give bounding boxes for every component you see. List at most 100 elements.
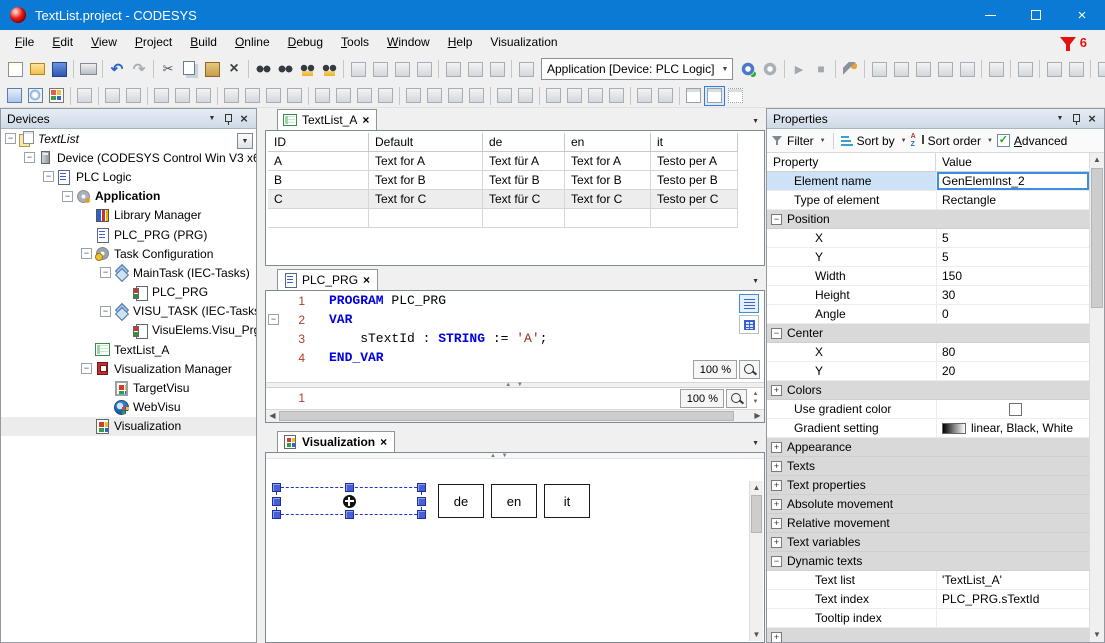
table-cell[interactable]: C — [268, 190, 369, 209]
panel-close-icon[interactable]: × — [236, 112, 252, 126]
open-project-icon[interactable] — [26, 58, 48, 80]
resize-handle-s[interactable] — [345, 510, 354, 519]
code-line[interactable]: 4END_VAR — [266, 348, 764, 367]
align-center-v-icon[interactable] — [172, 86, 193, 106]
pin-icon[interactable] — [1068, 112, 1084, 126]
force-values-icon[interactable] — [1094, 58, 1105, 80]
resize-handle-n[interactable] — [345, 483, 354, 492]
tree-item-library-manager[interactable]: Library Manager — [1, 206, 256, 225]
step-out-icon[interactable] — [912, 58, 934, 80]
table-cell[interactable]: Text for B — [369, 171, 483, 190]
expander-icon[interactable]: − — [81, 248, 92, 259]
expander-icon[interactable]: − — [100, 267, 111, 278]
horizontal-scrollbar[interactable]: ◀ ▶ — [266, 409, 764, 422]
bookmark-previous-icon[interactable] — [369, 58, 391, 80]
tab-plc-prg[interactable]: PLC_PRG × — [277, 269, 378, 290]
property-row-angle[interactable]: Angle0 — [767, 305, 1089, 324]
table-cell[interactable] — [483, 209, 565, 228]
bookmark-next-icon[interactable] — [391, 58, 413, 80]
export-icon[interactable] — [486, 58, 508, 80]
resize-handle-sw[interactable] — [272, 510, 281, 519]
scrollbar-thumb[interactable] — [279, 411, 734, 421]
tree-item-plc-prg-prg-[interactable]: PLC_PRG (PRG) — [1, 225, 256, 244]
visualization-canvas[interactable]: ▲ ▼ deenit — [267, 481, 763, 641]
property-value-cell[interactable]: 5 — [936, 229, 1089, 247]
column-header-default[interactable]: Default — [369, 133, 483, 152]
scrollbar-thumb[interactable] — [751, 495, 762, 533]
property-value-cell[interactable]: Rectangle — [936, 191, 1089, 209]
replace-icon[interactable] — [274, 58, 296, 80]
table-cell[interactable]: Testo per A — [651, 152, 738, 171]
property-value-cell[interactable]: 30 — [936, 286, 1089, 304]
collapse-icon[interactable]: − — [771, 328, 782, 339]
same-size-icon[interactable] — [445, 86, 466, 106]
resize-handle-nw[interactable] — [272, 483, 281, 492]
visu-button-de[interactable]: de — [438, 484, 484, 518]
column-header-id[interactable]: ID — [268, 133, 369, 152]
fold-minus-icon[interactable]: − — [268, 314, 279, 325]
table-cell[interactable]: Text für C — [483, 190, 565, 209]
step-over-icon[interactable] — [868, 58, 890, 80]
layer-up-icon[interactable] — [494, 86, 515, 106]
tabstrip-dropdown-icon[interactable]: ▼ — [752, 440, 759, 447]
table-cell[interactable]: Text für B — [483, 171, 565, 190]
properties-scrollbar[interactable]: ▲ ▼ — [1089, 153, 1104, 642]
value-column-header[interactable]: Value — [936, 153, 1089, 171]
table-cell[interactable]: Text for A — [565, 152, 651, 171]
table-cell[interactable]: Text for C — [369, 190, 483, 209]
reset-warm-icon[interactable] — [956, 58, 978, 80]
property-row-y[interactable]: Y5 — [767, 248, 1089, 267]
flow-control-icon[interactable] — [1043, 58, 1065, 80]
menu-item-window[interactable]: Window — [378, 30, 439, 54]
property-row-use-gradient-color[interactable]: Use gradient color — [767, 400, 1089, 419]
property-value-cell[interactable] — [936, 609, 1089, 627]
implementation-editor[interactable]: 1 100 % ▲▼ — [266, 387, 764, 411]
close-button[interactable]: × — [1059, 0, 1105, 30]
bookmark-toggle-icon[interactable] — [347, 58, 369, 80]
tree-dropdown-icon[interactable]: ▼ — [237, 133, 253, 149]
column-header-en[interactable]: en — [565, 133, 651, 152]
expand-icon[interactable]: + — [771, 480, 782, 491]
property-row-text-list[interactable]: Text list'TextList_A' — [767, 571, 1089, 590]
run-to-cursor-icon[interactable] — [934, 58, 956, 80]
property-group-dynamic-texts[interactable]: −Dynamic texts — [767, 552, 1089, 571]
property-value-cell[interactable]: 20 — [936, 362, 1089, 380]
table-cell[interactable] — [268, 209, 369, 228]
paste-icon[interactable] — [201, 58, 223, 80]
tab-textlist-a[interactable]: TextList_A × — [277, 109, 377, 130]
minimize-button[interactable] — [967, 0, 1013, 30]
property-group-text-properties[interactable]: +Text properties — [767, 476, 1089, 495]
panel-close-icon[interactable]: × — [1084, 112, 1100, 126]
view-selected-icon[interactable] — [704, 86, 725, 106]
insert-table-icon[interactable] — [464, 58, 486, 80]
panel-menu-icon[interactable]: ▼ — [204, 112, 220, 126]
expander-icon[interactable]: − — [62, 191, 73, 202]
pin-icon[interactable] — [220, 112, 236, 126]
tab-close-icon[interactable]: × — [380, 436, 387, 448]
precompile-message-indicator[interactable]: 6 — [1060, 35, 1087, 50]
menu-item-view[interactable]: View — [82, 30, 126, 54]
table-cell[interactable]: A — [268, 152, 369, 171]
stop-icon[interactable] — [810, 58, 832, 80]
property-row-x[interactable]: X5 — [767, 229, 1089, 248]
tab-visualization[interactable]: Visualization × — [277, 431, 395, 452]
table-cell[interactable] — [651, 209, 738, 228]
active-application-selector[interactable]: Application [Device: PLC Logic] ▼ — [541, 58, 733, 80]
property-value-cell[interactable]: 80 — [936, 343, 1089, 361]
scroll-up-icon[interactable]: ▲ — [1090, 153, 1104, 167]
selected-rectangle-element[interactable] — [276, 487, 422, 515]
table-cell[interactable] — [565, 209, 651, 228]
tree-item-visualization-manager[interactable]: −Visualization Manager — [1, 359, 256, 378]
align-right-icon[interactable] — [193, 86, 214, 106]
expand-icon[interactable]: + — [771, 499, 782, 510]
copy-icon[interactable] — [179, 58, 201, 80]
table-cell[interactable]: Testo per B — [651, 171, 738, 190]
textual-view-button[interactable] — [739, 294, 759, 313]
distribute-v1-icon[interactable] — [354, 86, 375, 106]
property-value-cell[interactable]: 0 — [936, 305, 1089, 323]
expander-icon[interactable]: − — [43, 171, 54, 182]
tree-item-targetvisu[interactable]: TargetVisu — [1, 378, 256, 397]
move-handle-icon[interactable] — [343, 495, 356, 508]
menu-item-visualization[interactable]: Visualization — [481, 30, 566, 54]
login-icon[interactable] — [737, 58, 759, 80]
